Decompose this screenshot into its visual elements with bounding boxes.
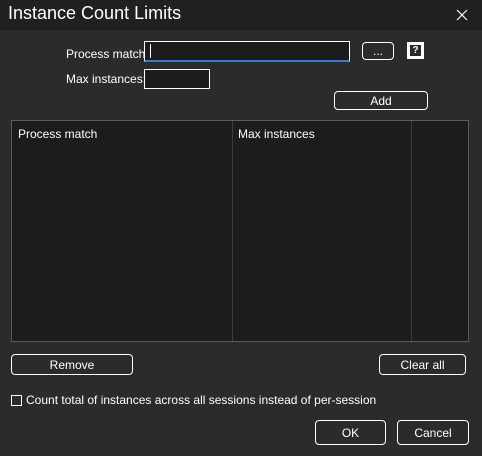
browse-button-label: ... bbox=[372, 44, 383, 58]
remove-button[interactable]: Remove bbox=[11, 354, 133, 375]
help-icon: ? bbox=[410, 45, 421, 56]
add-button-label: Add bbox=[370, 93, 392, 108]
cancel-button[interactable]: Cancel bbox=[397, 420, 469, 445]
title-bar: Instance Count Limits bbox=[0, 0, 482, 30]
window-title: Instance Count Limits bbox=[8, 3, 182, 23]
max-instances-label: Max instances: bbox=[66, 72, 147, 86]
remove-button-label: Remove bbox=[49, 357, 95, 372]
count-total-checkbox[interactable] bbox=[11, 394, 22, 406]
column-header-max-instances[interactable]: Max instances bbox=[232, 122, 411, 146]
process-match-label: Process match: bbox=[66, 47, 149, 61]
browse-button[interactable]: ... bbox=[362, 42, 394, 60]
process-match-input[interactable] bbox=[144, 41, 350, 62]
limits-list[interactable]: Process match Max instances bbox=[11, 120, 469, 342]
ok-button[interactable]: OK bbox=[315, 420, 386, 445]
close-button[interactable] bbox=[442, 0, 482, 30]
add-button[interactable]: Add bbox=[334, 91, 428, 110]
text-caret bbox=[150, 44, 151, 58]
column-separator[interactable] bbox=[411, 121, 412, 341]
clear-all-button-label: Clear all bbox=[400, 357, 445, 372]
max-instances-input[interactable] bbox=[144, 69, 210, 89]
ok-button-label: OK bbox=[341, 425, 360, 440]
count-total-checkbox-row[interactable]: Count total of instances across all sess… bbox=[11, 393, 376, 407]
help-button[interactable]: ? bbox=[407, 42, 424, 59]
clear-all-button[interactable]: Clear all bbox=[379, 354, 466, 375]
column-separator[interactable] bbox=[232, 121, 233, 341]
cancel-button-label: Cancel bbox=[414, 425, 452, 440]
column-header-process-match[interactable]: Process match bbox=[12, 122, 232, 146]
count-total-checkbox-label[interactable]: Count total of instances across all sess… bbox=[26, 393, 376, 407]
close-icon bbox=[456, 9, 468, 21]
